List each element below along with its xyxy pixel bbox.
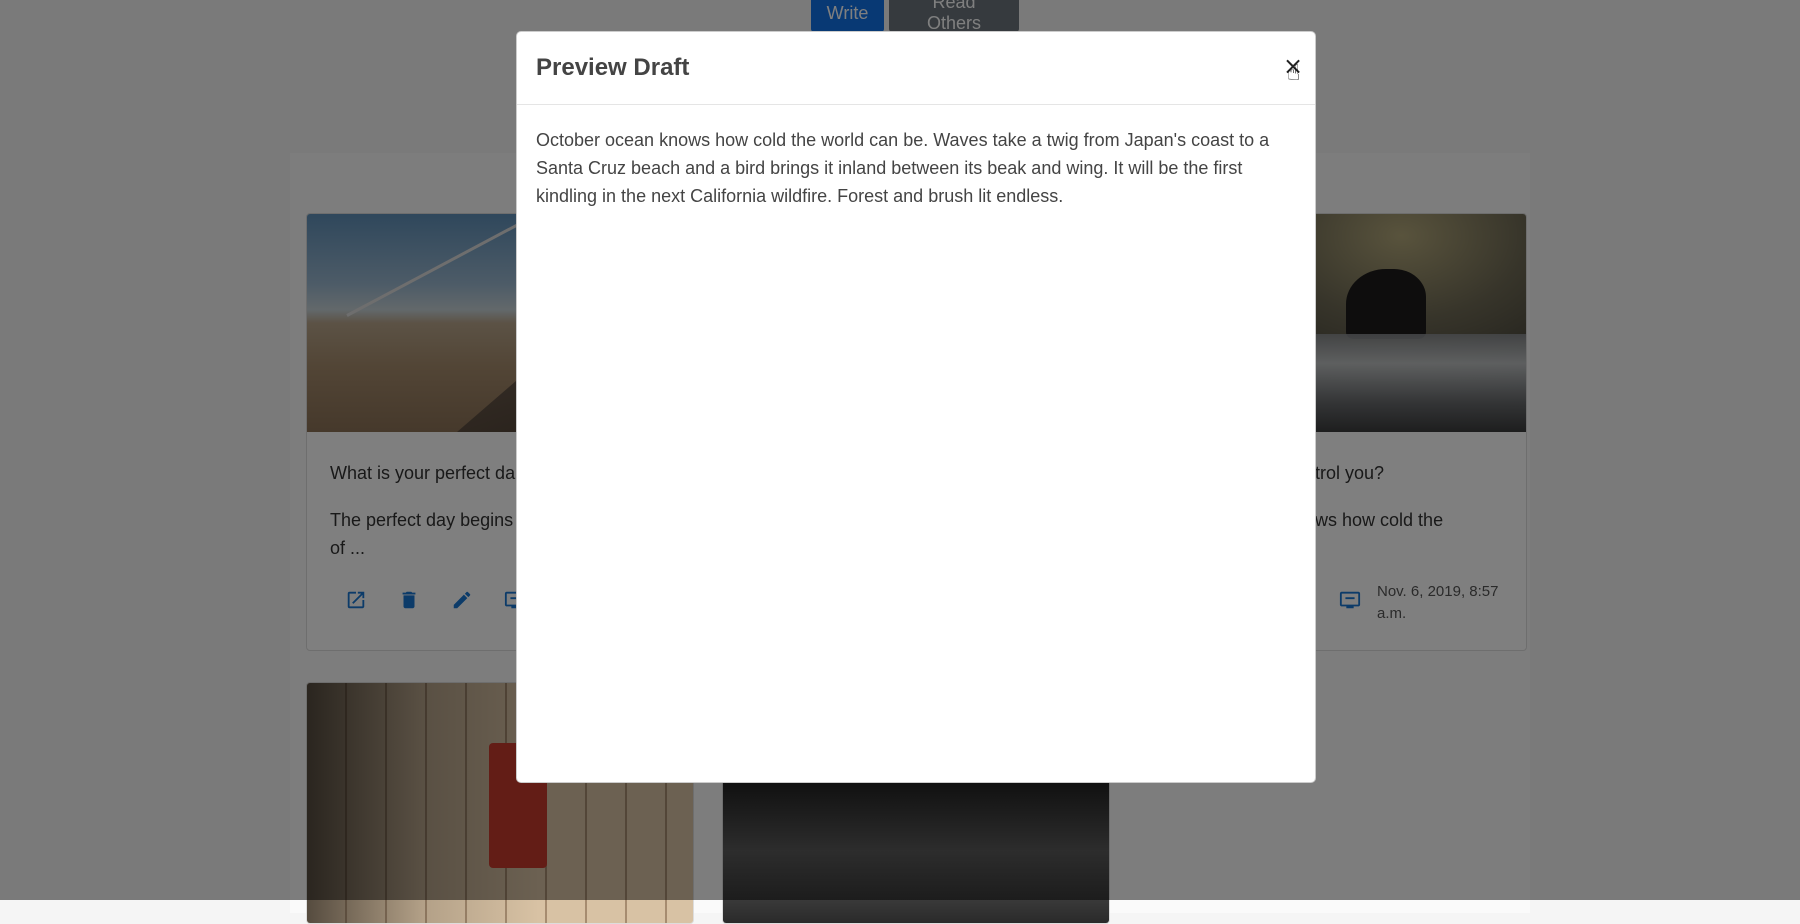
modal-header: Preview Draft × ☝: [517, 32, 1315, 105]
draft-body-text: October ocean knows how cold the world c…: [536, 130, 1270, 206]
modal-title: Preview Draft: [536, 54, 690, 81]
hand-cursor-icon: ☝: [1287, 60, 1301, 85]
preview-draft-modal: Preview Draft × ☝ October ocean knows ho…: [516, 31, 1316, 783]
